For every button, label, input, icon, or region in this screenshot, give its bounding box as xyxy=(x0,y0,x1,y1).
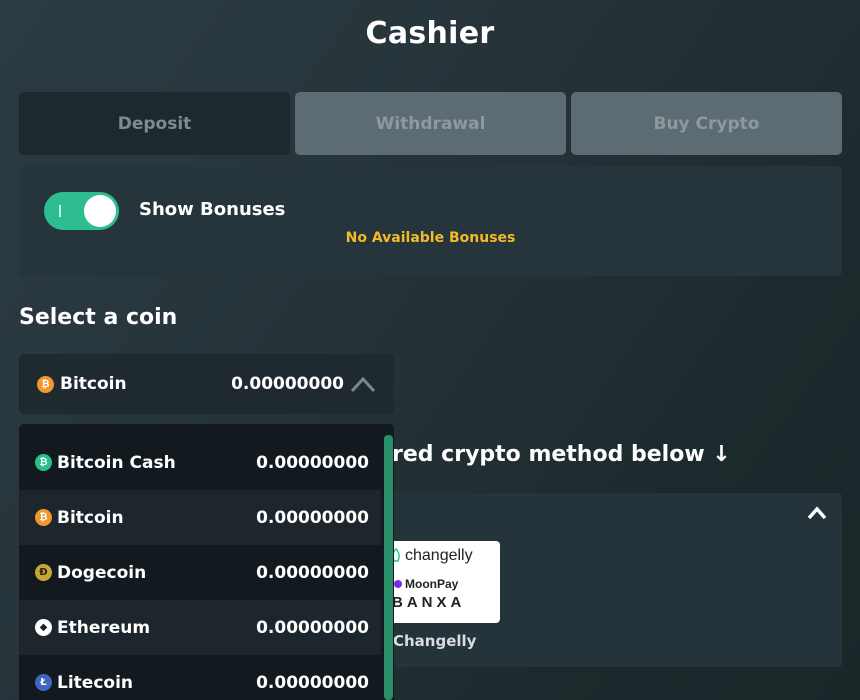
coin-option-bitcoin[interactable]: ₿ Bitcoin 0.00000000 xyxy=(19,490,381,545)
coin-option-dogecoin[interactable]: Ð Dogecoin 0.00000000 xyxy=(19,545,381,600)
selected-coin-balance: 0.00000000 xyxy=(231,374,344,394)
coin-select-dropdown[interactable]: ₿ Bitcoin 0.00000000 xyxy=(19,354,394,414)
bitcoin-icon: ₿ xyxy=(37,375,54,393)
coin-option-balance: 0.00000000 xyxy=(256,672,369,693)
selected-coin-name: Bitcoin xyxy=(60,374,127,394)
tab-buy-crypto[interactable]: Buy Crypto xyxy=(571,92,842,155)
litecoin-icon: Ł xyxy=(35,674,52,691)
tab-deposit[interactable]: Deposit xyxy=(19,92,290,155)
page-title: Cashier xyxy=(365,16,495,51)
show-bonuses-toggle[interactable] xyxy=(44,192,119,230)
show-bonuses-label: Show Bonuses xyxy=(139,199,286,220)
method-heading: red crypto method below ↓ xyxy=(392,442,731,467)
coin-option-balance: 0.00000000 xyxy=(256,452,369,473)
bitcoin-cash-icon: ₿ xyxy=(35,454,52,471)
select-coin-heading: Select a coin xyxy=(19,305,178,330)
changelly-logo: changelly xyxy=(390,547,473,565)
coin-option-balance: 0.00000000 xyxy=(256,507,369,528)
dogecoin-icon: Ð xyxy=(35,564,52,581)
coin-option-balance: 0.00000000 xyxy=(256,562,369,583)
cashier-tabs: Deposit Withdrawal Buy Crypto xyxy=(19,92,842,155)
bonus-status-text: No Available Bonuses xyxy=(345,230,516,246)
bonus-panel: Show Bonuses No Available Bonuses xyxy=(19,166,842,276)
coin-option-balance: 0.00000000 xyxy=(256,617,369,638)
moonpay-dot-icon xyxy=(394,580,402,588)
coin-dropdown-list: ₿ Bitcoin Cash 0.00000000 ₿ Bitcoin 0.00… xyxy=(19,424,394,700)
tab-withdrawal[interactable]: Withdrawal xyxy=(295,92,566,155)
provider-label: Changelly xyxy=(393,632,477,650)
chevron-up-icon[interactable] xyxy=(806,505,828,521)
chevron-up-icon xyxy=(350,376,376,393)
coin-option-name: Bitcoin xyxy=(57,507,124,528)
coin-option-name: Bitcoin Cash xyxy=(57,452,176,473)
coin-option-name: Ethereum xyxy=(57,617,151,638)
toggle-on-mark xyxy=(59,205,61,217)
crypto-method-panel: changelly MoonPay BANXA Changelly xyxy=(378,493,842,667)
moonpay-logo: MoonPay xyxy=(394,577,458,591)
provider-card-changelly[interactable]: changelly MoonPay BANXA xyxy=(378,541,500,623)
coin-option-name: Dogecoin xyxy=(57,562,147,583)
banxa-logo: BANXA xyxy=(392,594,466,611)
ethereum-icon: ◆ xyxy=(35,619,52,636)
coin-option-name: Litecoin xyxy=(57,672,134,693)
coin-option-litecoin[interactable]: Ł Litecoin 0.00000000 xyxy=(19,655,381,700)
dropdown-scrollbar[interactable] xyxy=(384,435,393,700)
coin-option-ethereum[interactable]: ◆ Ethereum 0.00000000 xyxy=(19,600,381,655)
toggle-knob xyxy=(84,195,116,227)
bitcoin-icon: ₿ xyxy=(35,509,52,526)
coin-option-bitcoin-cash[interactable]: ₿ Bitcoin Cash 0.00000000 xyxy=(19,435,381,490)
